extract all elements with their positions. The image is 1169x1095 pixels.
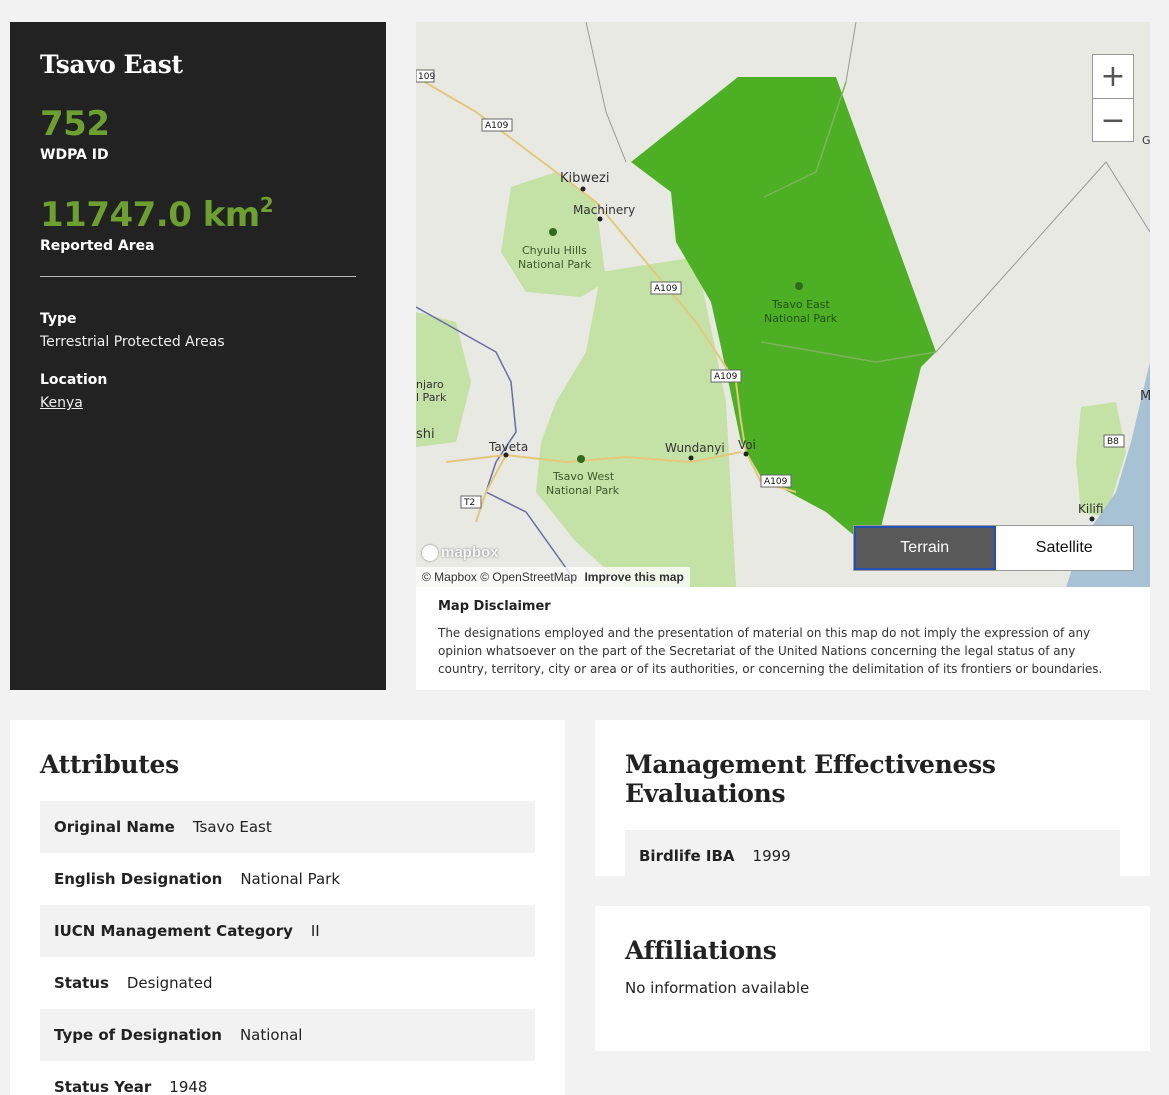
park-tree-icon: [577, 455, 585, 463]
map-label-chyulu: Chyulu Hills: [522, 244, 587, 257]
road-shield: B8: [1107, 437, 1119, 447]
map-label-chyulu-np: National Park: [518, 258, 592, 271]
attribution-osm-link[interactable]: © OpenStreetMap: [480, 570, 577, 584]
park-tree-icon: [549, 228, 557, 236]
location-value: Kenya: [40, 395, 356, 411]
map-label-g: G: [1142, 134, 1150, 147]
management-effectiveness-title: Management Effectiveness Evaluations: [625, 750, 996, 808]
road-shield: T2: [463, 498, 475, 508]
table-row: Original Name Tsavo East: [40, 801, 535, 853]
page-title: Tsavo East: [40, 50, 183, 79]
table-row: IUCN Management Category II: [40, 905, 535, 957]
affiliations-title: Affiliations: [625, 936, 777, 965]
map-label-m: M: [1140, 389, 1150, 404]
mapbox-logo-icon: [422, 544, 438, 561]
affiliations-card: Affiliations No information available: [595, 906, 1150, 1051]
map-label-kibwezi: Kibwezi: [560, 171, 609, 186]
road-shield: A109: [485, 121, 509, 131]
wdpa-stat: 752 WDPA ID: [40, 107, 356, 163]
location-label: Location: [40, 372, 108, 388]
map-label-tsavo-east: Tsavo East: [771, 298, 831, 311]
table-row: Status Designated: [54, 974, 213, 992]
satellite-layer-button[interactable]: Satellite: [996, 526, 1134, 570]
map-label-tsavo-west: Tsavo West: [552, 470, 615, 483]
table-row: English Designation National Park: [54, 870, 341, 888]
location-link[interactable]: Kenya: [40, 395, 83, 411]
management-effectiveness-card: Management Effectiveness Evaluations Bir…: [595, 720, 1150, 882]
reported-area-label: Reported Area: [40, 238, 155, 254]
road-shield: A109: [654, 284, 678, 294]
wdpa-id-value: 752: [40, 104, 110, 144]
road-shield: 109: [418, 72, 435, 82]
map-label-wundanyi: Wundanyi: [665, 441, 725, 455]
zoom-in-button[interactable]: +: [1093, 55, 1133, 98]
disclaimer-title: Map Disclaimer: [438, 599, 551, 614]
protected-area-summary: Tsavo East 752 WDPA ID 11747.0 km2 Repor…: [10, 22, 386, 690]
area-stat: 11747.0 km2 Reported Area: [40, 195, 356, 254]
mapbox-logo[interactable]: mapbox: [422, 544, 499, 561]
attributes-card: Attributes Original Name Tsavo East Engli…: [10, 720, 565, 1095]
map-label-taveta: Taveta: [488, 440, 528, 454]
map-label-njaro: njaro: [416, 378, 444, 391]
divider: [40, 276, 356, 277]
map-layer-toggle: Terrain Satellite: [853, 525, 1134, 571]
road-shield: A109: [764, 477, 788, 487]
attributes-title: Attributes: [40, 750, 179, 779]
map-label-park: l Park: [416, 391, 447, 404]
zoom-out-button[interactable]: −: [1093, 98, 1133, 141]
map-disclaimer: Map Disclaimer The designations employed…: [416, 587, 1150, 690]
affiliations-text: No information available: [625, 979, 810, 997]
zoom-control: + −: [1092, 54, 1134, 142]
table-row: Status Year 1948: [54, 1078, 208, 1095]
map-canvas[interactable]: Kibwezi Machinery Chyulu Hills National …: [416, 22, 1150, 587]
disclaimer-text: The designations employed and the presen…: [438, 626, 1103, 676]
map-label-machinery: Machinery: [573, 203, 635, 217]
map-attribution: © Mapbox © OpenStreetMap Improve this ma…: [416, 567, 690, 587]
map-label-kilifi: Kilifi: [1078, 502, 1103, 516]
reported-area-value: 11747.0 km2: [40, 193, 274, 235]
map-label-tsavo-east-np: National Park: [764, 312, 838, 325]
improve-map-link[interactable]: Improve this map: [584, 570, 683, 584]
wdpa-id-label: WDPA ID: [40, 147, 109, 163]
road-shield: A109: [714, 372, 738, 382]
table-row: Type of Designation National: [40, 1009, 535, 1061]
type-value: Terrestrial Protected Areas: [40, 334, 225, 350]
table-row: Birdlife IBA 1999: [625, 830, 1120, 882]
map[interactable]: Kibwezi Machinery Chyulu Hills National …: [416, 22, 1150, 587]
map-label-tsavo-west-np: National Park: [546, 484, 620, 497]
map-label-voi: Voi: [738, 438, 756, 452]
attribution-mapbox-link[interactable]: © Mapbox: [422, 570, 477, 584]
map-label-shi: shi: [416, 427, 435, 442]
park-tree-icon: [795, 282, 803, 290]
type-label: Type: [40, 311, 77, 327]
terrain-layer-button[interactable]: Terrain: [854, 526, 996, 570]
